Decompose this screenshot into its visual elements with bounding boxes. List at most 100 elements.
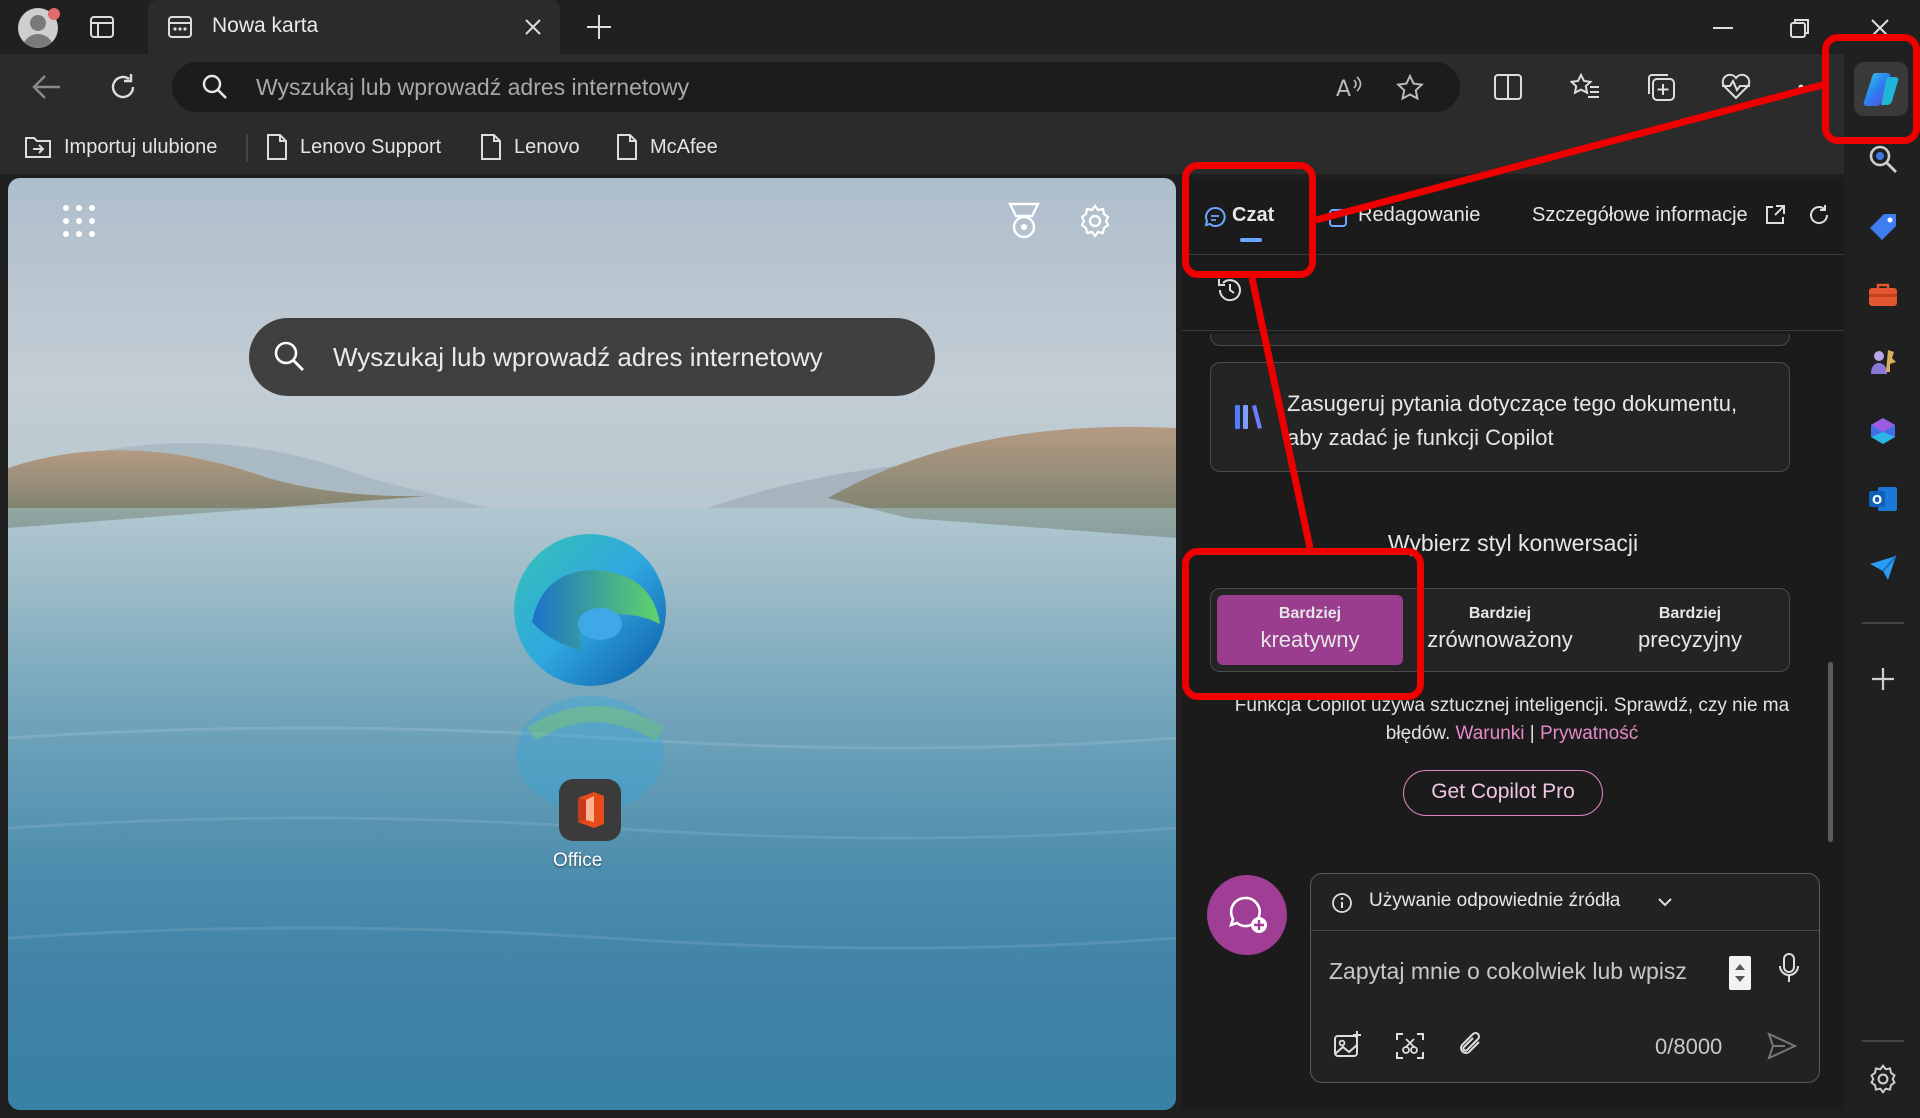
terms-link[interactable]: Warunki [1456,723,1525,744]
input-spinner[interactable] [1729,956,1751,990]
tools-briefcase-icon[interactable] [1868,282,1898,308]
fav-import[interactable]: Importuj ulubione [24,132,217,162]
style-precise-top: Bardziej [1658,605,1722,622]
address-bar[interactable]: Wyszukaj lub wprowadź adres internetowy … [172,62,1460,112]
history-divider [1182,330,1844,331]
close-tab-icon[interactable] [524,18,542,36]
minimize-icon[interactable] [1712,26,1734,30]
suggest-questions-text: Zasugeruj pytania dotyczące tego dokumen… [1287,391,1738,450]
tab-compose-label: Redagowanie [1358,204,1481,226]
sidebar-bottom-divider [1862,1040,1904,1042]
refresh-icon[interactable] [108,72,138,102]
style-precise-bottom: precyzyjny [1638,627,1742,652]
sidebar-search-icon[interactable] [1868,144,1898,174]
compose-icon [1329,209,1347,227]
fav-lenovo-support-label: Lenovo Support [300,135,442,158]
svg-text:O: O [1872,493,1882,507]
sources-dropdown[interactable]: Używanie odpowiednie źródła [1311,874,1821,930]
import-favorites-icon [25,137,51,158]
fav-lenovo-label: Lenovo [514,135,580,158]
favorite-star-icon[interactable] [1396,74,1424,100]
search-icon [273,340,305,372]
navigation-toolbar: Wyszukaj lub wprowadź adres internetowy … [0,54,1920,120]
fav-mcafee-label: McAfee [650,135,718,158]
collections-icon[interactable] [1646,72,1676,102]
browser-essentials-icon[interactable] [1720,72,1752,100]
svg-text:A: A [1336,77,1351,100]
attach-paperclip-icon[interactable] [1457,1030,1485,1060]
page-search-box[interactable]: Wyszukaj lub wprowadź adres internetowy [249,318,935,396]
books-icon [1235,405,1262,429]
privacy-link[interactable]: Prywatność [1540,723,1638,744]
style-precise-button[interactable]: Bardziej precyzyjny [1597,595,1783,665]
page-icon [267,134,287,160]
split-screen-icon[interactable] [1494,74,1522,100]
chat-input-placeholder[interactable]: Zapytaj mnie o cokolwiek lub wpisz [1329,958,1687,985]
tab-insights-label: Szczegółowe informacje [1532,204,1748,226]
panel-scrollbar[interactable] [1828,662,1833,842]
style-balanced-bottom: zrównoważony [1427,627,1573,652]
microphone-icon[interactable] [1777,952,1801,984]
suggest-questions-card[interactable]: Zasugeruj pytania dotyczące tego dokumen… [1210,362,1790,472]
outlook-icon[interactable]: O [1868,484,1898,514]
link-separator: | [1529,723,1535,744]
annotation-box-chat-tab [1182,162,1316,278]
open-in-new-icon[interactable] [1764,204,1786,226]
fav-mcafee[interactable]: McAfee [616,132,718,162]
page-icon [481,134,501,160]
style-balanced-button[interactable]: Bardziej zrównoważony [1407,595,1593,665]
new-tab-page: Wyszukaj lub wprowadź adres internetowy … [8,178,1176,1110]
annotation-box-creative-style [1182,548,1424,700]
address-placeholder: Wyszukaj lub wprowadź adres internetowy [256,74,690,100]
chat-box-divider [1311,930,1819,931]
more-menu-icon[interactable] [1798,84,1822,90]
favorites-list-icon[interactable] [1570,72,1600,100]
games-icon[interactable] [1868,346,1898,376]
favorites-bar: Importuj ulubione Lenovo Support Lenovo … [0,120,1920,174]
new-tab-plus-icon[interactable] [586,14,612,40]
character-counter: 0/8000 [1655,1034,1723,1059]
edge-logo [512,532,668,688]
sidebar-settings-gear-icon[interactable] [1868,1064,1898,1094]
read-aloud-icon[interactable]: A [1334,74,1364,100]
office-app-tile[interactable] [559,779,621,841]
add-image-icon[interactable] [1333,1030,1363,1058]
rewards-medal-icon[interactable] [1006,202,1042,240]
page-settings-gear-icon[interactable] [1078,204,1112,238]
tab-new-tab[interactable]: Nowa karta [148,0,560,54]
new-tab-page-icon [168,16,192,38]
apps-launcher-icon[interactable] [62,204,96,238]
send-icon[interactable] [1767,1032,1797,1060]
add-sidebar-app-icon[interactable] [1870,666,1896,692]
sources-label: Używanie odpowiednie źródła [1369,890,1621,911]
search-icon [202,74,228,100]
fav-import-label: Importuj ulubione [64,135,218,158]
annotation-box-copilot-button [1822,34,1920,144]
drop-send-icon[interactable] [1868,554,1898,582]
refresh-chat-icon[interactable] [1808,204,1830,226]
sidebar-divider [1862,622,1904,624]
restore-icon[interactable] [1790,18,1810,38]
screenshot-icon[interactable] [1395,1032,1425,1060]
fav-lenovo-support[interactable]: Lenovo Support [266,132,441,162]
edge-sidebar: O [1844,54,1920,1118]
profile-notification-dot [48,8,60,20]
fav-lenovo[interactable]: Lenovo [480,132,580,162]
favorites-divider [246,134,248,162]
new-chat-icon [1228,896,1267,933]
chevron-down-icon [1658,898,1672,907]
shopping-tag-icon[interactable] [1868,212,1898,242]
new-topic-button[interactable] [1207,875,1287,955]
page-search-placeholder: Wyszukaj lub wprowadź adres internetowy [333,342,823,372]
page-icon [617,134,637,160]
get-copilot-pro-button[interactable]: Get Copilot Pro [1403,770,1603,816]
microsoft-365-icon[interactable] [1868,416,1898,446]
office-app-label: Office [553,850,603,871]
history-icon[interactable] [1216,276,1244,304]
title-bar: Nowa karta [0,0,1920,54]
ai-disclaimer: Funkcja Copilot używa sztucznej intelige… [1222,692,1802,748]
back-arrow-icon[interactable] [32,74,62,100]
chat-input-box: Używanie odpowiednie źródła Zapytaj mnie… [1310,873,1820,1083]
tab-actions-icon[interactable] [90,16,114,38]
style-balanced-top: Bardziej [1468,605,1532,622]
